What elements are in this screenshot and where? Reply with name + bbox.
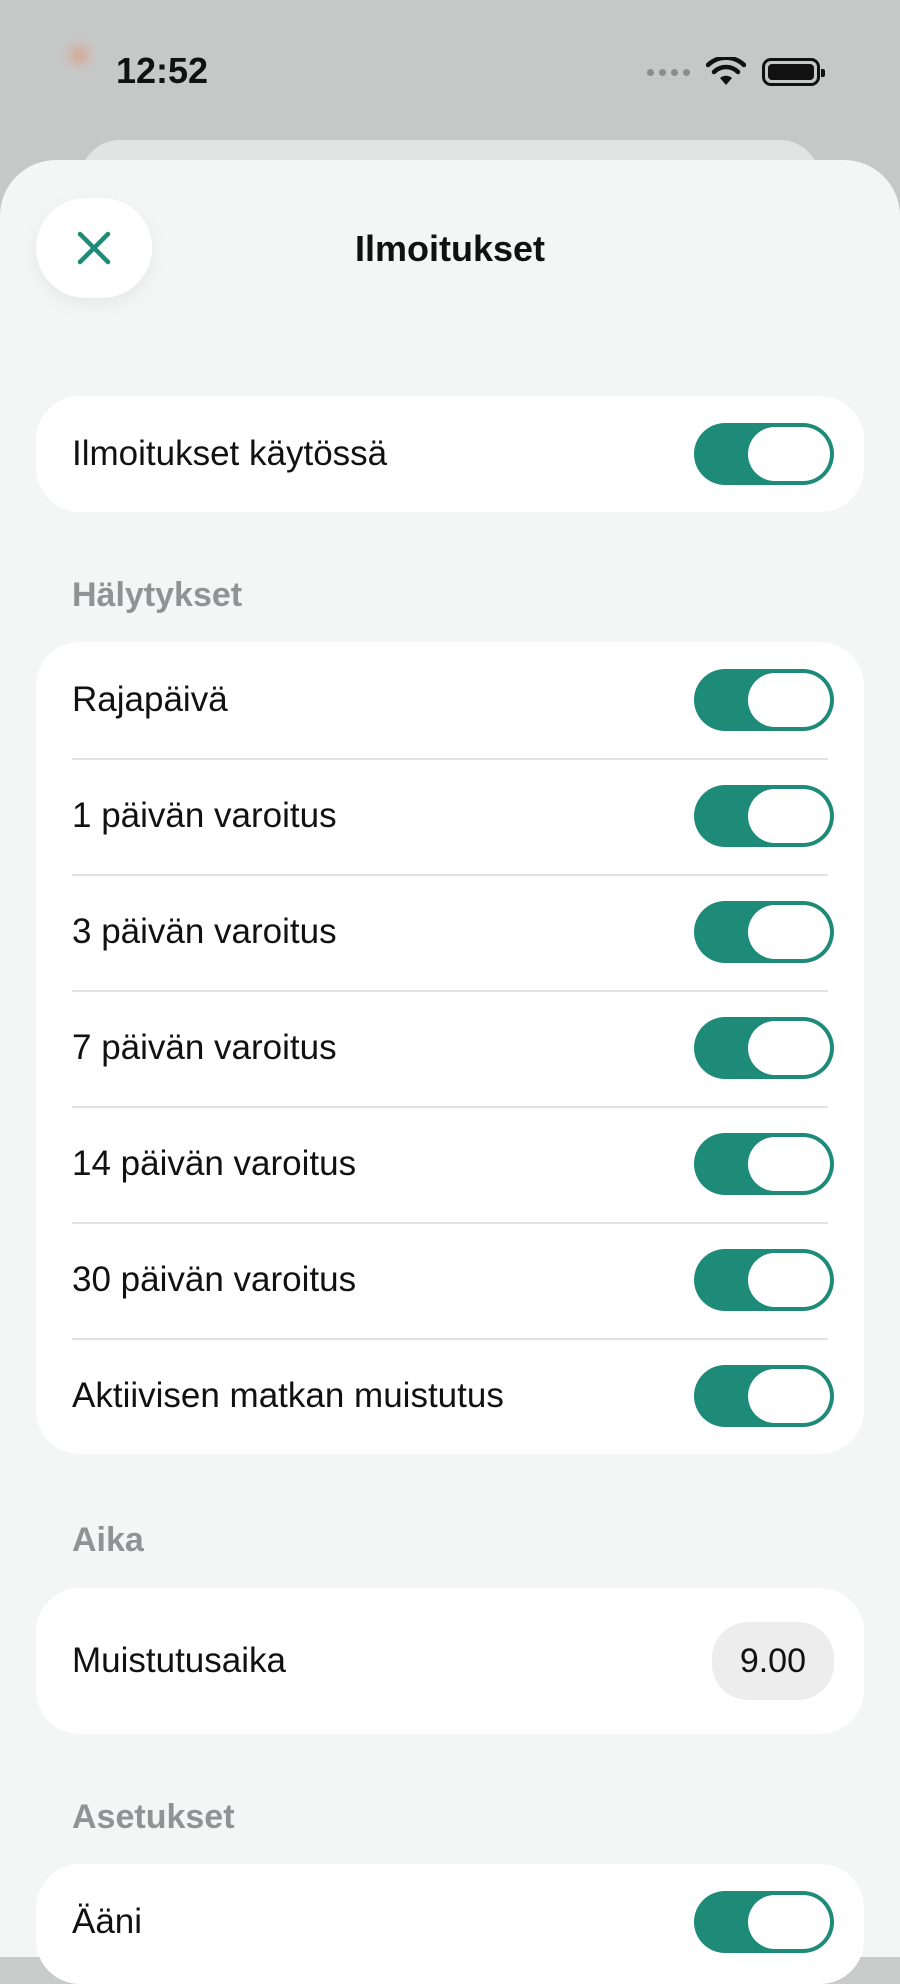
reminder-time-picker[interactable]: 9.00 [711,1622,834,1700]
alert-row-7-day[interactable]: 7 päivän varoitus [36,990,864,1106]
alert-label: 7 päivän varoitus [72,1028,337,1067]
sound-toggle[interactable] [694,1891,834,1953]
battery-icon [762,58,825,86]
status-time: 12:52 [116,50,209,91]
notifications-enabled-label: Ilmoitukset käytössä [72,434,388,473]
alert-toggle-deadline[interactable] [694,669,834,731]
notifications-sheet: Ilmoitukset Ilmoitukset käytössä Hälytyk… [0,160,900,1984]
alert-row-active-trip[interactable]: Aktiivisen matkan muistutus [36,1338,864,1454]
alert-row-14-day[interactable]: 14 päivän varoitus [36,1106,864,1222]
reminder-time-label: Muistutusaika [72,1641,286,1680]
alert-toggle-14-day[interactable] [694,1133,834,1195]
reminder-time-row[interactable]: Muistutusaika 9.00 [36,1588,864,1734]
time-section-header: Aika [72,1521,144,1559]
alert-label: Aktiivisen matkan muistutus [72,1376,504,1415]
alerts-section-header: Hälytykset [72,576,243,614]
alert-toggle-30-day[interactable] [694,1249,834,1311]
notifications-enabled-toggle[interactable] [694,423,834,485]
alert-label: 14 päivän varoitus [72,1144,357,1183]
alert-toggle-3-day[interactable] [694,901,834,963]
master-toggle-card: Ilmoitukset käytössä [36,396,864,512]
alert-row-30-day[interactable]: 30 päivän varoitus [36,1222,864,1338]
sound-row[interactable]: Ääni [36,1864,864,1980]
alerts-card: Rajapäivä 1 päivän varoitus 3 päivän var… [36,642,864,1454]
settings-card: Ääni [36,1864,864,1984]
status-bar: 12:52 [0,0,900,140]
alert-toggle-active-trip[interactable] [694,1365,834,1427]
alert-row-deadline[interactable]: Rajapäivä [36,642,864,758]
alert-label: 1 päivän varoitus [72,796,337,835]
alert-label: 3 päivän varoitus [72,912,337,951]
alert-row-3-day[interactable]: 3 päivän varoitus [36,874,864,990]
time-card: Muistutusaika 9.00 [36,1588,864,1734]
alert-toggle-7-day[interactable] [694,1017,834,1079]
cellular-signal-icon [647,68,690,76]
alert-label: 30 päivän varoitus [72,1260,357,1299]
alert-toggle-1-day[interactable] [694,785,834,847]
wifi-icon [706,57,746,85]
settings-section-header: Asetukset [72,1798,235,1836]
sound-label: Ääni [72,1902,143,1941]
alert-row-1-day[interactable]: 1 päivän varoitus [36,758,864,874]
status-icons [647,52,825,92]
sheet-title: Ilmoitukset [354,228,546,269]
notifications-enabled-row[interactable]: Ilmoitukset käytössä [36,396,864,512]
alert-label: Rajapäivä [72,680,228,719]
